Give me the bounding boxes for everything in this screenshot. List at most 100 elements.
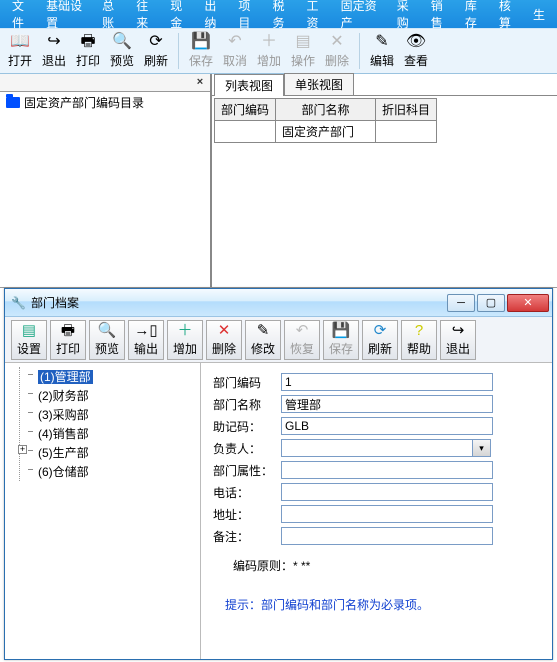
addr-label: 地址：: [213, 506, 281, 523]
menu-ar[interactable]: 往来: [130, 0, 164, 31]
attr-label: 部门属性：: [213, 462, 281, 479]
menu-accounting[interactable]: 核算: [493, 0, 527, 31]
menu-cashier[interactable]: 出纳: [198, 0, 232, 31]
action-icon: ▤: [295, 33, 310, 51]
save-icon: 💾: [191, 33, 211, 51]
mnemonic-input[interactable]: [281, 417, 493, 435]
menu-tax[interactable]: 税务: [266, 0, 300, 31]
export-button[interactable]: →▯输出: [128, 320, 164, 360]
cell-name: 固定资产部门: [276, 121, 376, 143]
edit-button[interactable]: ✎修改: [245, 320, 281, 360]
tree-item-4[interactable]: (4)销售部: [20, 424, 196, 443]
help-button[interactable]: ?帮助: [401, 320, 437, 360]
open-button[interactable]: 📖打开: [4, 31, 36, 71]
undo-icon: ↶: [296, 323, 309, 339]
phone-input[interactable]: [281, 483, 493, 501]
menu-purchase[interactable]: 采购: [391, 0, 425, 31]
dialog-titlebar[interactable]: 🔧 部门档案 ─ ▢ ✕: [5, 289, 552, 317]
tree-item-2[interactable]: (2)财务部: [20, 386, 196, 405]
coding-rule: 编码原则：* **: [213, 557, 540, 574]
expand-icon[interactable]: +: [18, 445, 27, 454]
add-icon: ＋: [261, 33, 277, 51]
edit-button[interactable]: ✎编辑: [366, 31, 398, 71]
col-name[interactable]: 部门名称: [276, 99, 376, 121]
refresh-button[interactable]: ⟳刷新: [362, 320, 398, 360]
owner-dropdown-button[interactable]: ▾: [473, 439, 491, 457]
owner-label: 负责人：: [213, 440, 281, 457]
tab-single-view[interactable]: 单张视图: [284, 73, 354, 95]
menu-file[interactable]: 文件: [6, 0, 40, 31]
dialog-title: 部门档案: [31, 294, 79, 311]
note-input[interactable]: [281, 527, 493, 545]
menu-cash[interactable]: 现金: [164, 0, 198, 31]
tree-item-6[interactable]: (6)仓储部: [20, 462, 196, 481]
add-button[interactable]: ＋增加: [167, 320, 203, 360]
setup-icon: ▤: [22, 323, 36, 339]
delete-button: ✕删除: [321, 31, 353, 71]
add-button: ＋增加: [253, 31, 285, 71]
refresh-button[interactable]: ⟳刷新: [140, 31, 172, 71]
print-button[interactable]: 🖶打印: [72, 31, 104, 71]
table-row[interactable]: 固定资产部门: [215, 121, 437, 143]
close-icon[interactable]: ×: [193, 76, 207, 90]
print-button[interactable]: 🖶打印: [50, 320, 86, 360]
menu-basic-settings[interactable]: 基础设置: [40, 0, 96, 31]
exit-button[interactable]: ↪退出: [440, 320, 476, 360]
delete-button[interactable]: ✕删除: [206, 320, 242, 360]
exit-icon: ↪: [452, 323, 465, 339]
preview-button[interactable]: 🔍预览: [89, 320, 125, 360]
tree-item-3[interactable]: (3)采购部: [20, 405, 196, 424]
save-button: 💾保存: [185, 31, 217, 71]
left-panel: × 固定资产部门编码目录: [0, 74, 212, 287]
preview-icon: 🔍: [98, 323, 117, 339]
menu-project[interactable]: 项目: [232, 0, 266, 31]
menu-gl[interactable]: 总账: [96, 0, 130, 31]
minimize-button[interactable]: ─: [447, 294, 475, 312]
menu-more[interactable]: 生: [527, 6, 551, 23]
main-toolbar: 📖打开 ↪退出 🖶打印 🔍预览 ⟳刷新 💾保存 ↶取消 ＋增加 ▤操作 ✕删除 …: [0, 28, 557, 74]
add-icon: ＋: [177, 323, 192, 339]
name-input[interactable]: [281, 395, 493, 413]
tree-item-5[interactable]: +(5)生产部: [20, 443, 196, 462]
data-table: 部门编码 部门名称 折旧科目 固定资产部门: [214, 98, 437, 143]
addr-input[interactable]: [281, 505, 493, 523]
wrench-icon: 🔧: [11, 296, 26, 310]
exit-icon: ↪: [47, 33, 60, 51]
maximize-button[interactable]: ▢: [477, 294, 505, 312]
tab-list-view[interactable]: 列表视图: [214, 74, 284, 96]
help-icon: ?: [415, 323, 423, 339]
save-button: 💾保存: [323, 320, 359, 360]
close-button[interactable]: ✕: [507, 294, 549, 312]
tree-root-item[interactable]: 固定资产部门编码目录: [0, 92, 210, 113]
action-button: ▤操作: [287, 31, 319, 71]
menu-bar: 文件 基础设置 总账 往来 现金 出纳 项目 税务 工资 固定资产 采购 销售 …: [0, 0, 557, 28]
tab-strip: 列表视图 单张视图: [212, 74, 557, 96]
col-code[interactable]: 部门编码: [215, 99, 276, 121]
menu-stock[interactable]: 库存: [459, 0, 493, 31]
attr-input[interactable]: [281, 461, 493, 479]
menu-sales[interactable]: 销售: [425, 0, 459, 31]
delete-icon: ✕: [330, 33, 343, 51]
open-icon: 📖: [10, 33, 30, 51]
export-icon: →▯: [134, 323, 157, 339]
col-depr[interactable]: 折旧科目: [376, 99, 437, 121]
note-label: 备注：: [213, 528, 281, 545]
view-icon: 👁: [406, 33, 426, 51]
edit-icon: ✎: [375, 33, 388, 51]
setup-button[interactable]: ▤设置: [11, 320, 47, 360]
owner-input[interactable]: [281, 439, 473, 457]
split-area: × 固定资产部门编码目录 列表视图 单张视图 部门编码 部门名称 折旧科目 固定…: [0, 74, 557, 288]
code-input[interactable]: [281, 373, 493, 391]
view-button[interactable]: 👁查看: [400, 31, 432, 71]
dialog-body: (1)管理部 (2)财务部 (3)采购部 (4)销售部 +(5)生产部 (6)仓…: [5, 363, 552, 659]
tree-item-1[interactable]: (1)管理部: [20, 367, 196, 386]
menu-salary[interactable]: 工资: [301, 0, 335, 31]
preview-button[interactable]: 🔍预览: [106, 31, 138, 71]
exit-button[interactable]: ↪退出: [38, 31, 70, 71]
dialog-toolbar: ▤设置 🖶打印 🔍预览 →▯输出 ＋增加 ✕删除 ✎修改 ↶恢复 💾保存 ⟳刷新…: [5, 317, 552, 363]
tree-root-label: 固定资产部门编码目录: [24, 94, 144, 111]
print-icon: 🖶: [61, 323, 75, 339]
refresh-icon: ⟳: [374, 323, 387, 339]
menu-fixed-assets[interactable]: 固定资产: [335, 0, 391, 31]
department-dialog: 🔧 部门档案 ─ ▢ ✕ ▤设置 🖶打印 🔍预览 →▯输出 ＋增加 ✕删除 ✎修…: [4, 288, 553, 660]
